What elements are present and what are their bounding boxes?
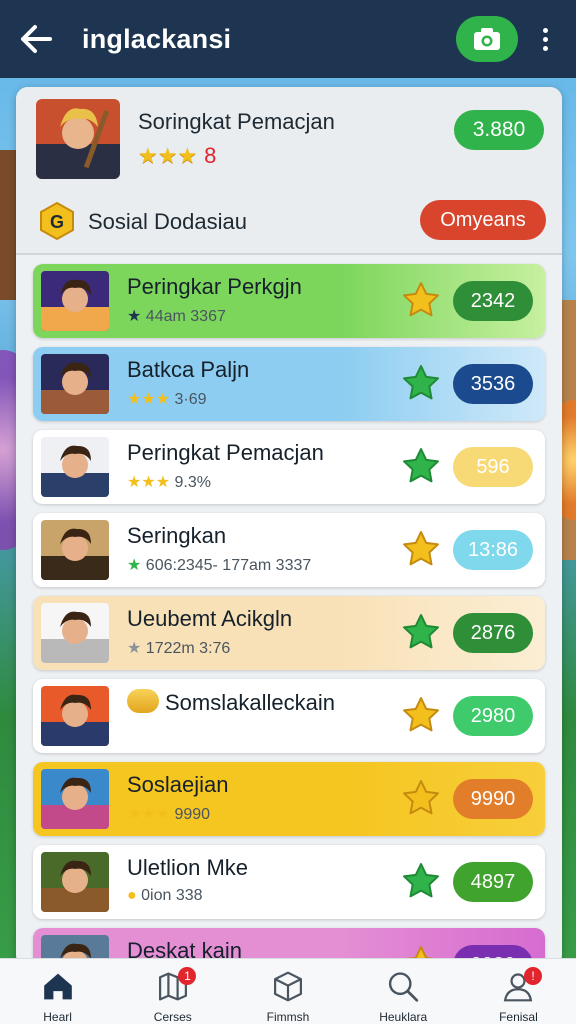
camera-icon — [474, 28, 500, 50]
list-item[interactable]: Peringkar Perkgjn ★ 44am 3367 2342 — [33, 264, 545, 338]
player-name: Soslaejian — [127, 772, 229, 797]
coin-g-icon: G — [38, 201, 76, 241]
rating-stars: ★★★ — [138, 143, 198, 168]
more-vertical-icon[interactable] — [532, 19, 558, 59]
coin-stack-icon — [127, 689, 159, 713]
leaderboard-panel: Soringkat Pemacjan ★★★ 8 3.880 G Sosial … — [16, 87, 562, 967]
page-title: inglackansi — [82, 23, 232, 54]
player-stat-text: 0ion 338 — [141, 887, 203, 904]
avatar — [36, 99, 120, 179]
mini-rating-icon: ★★★ — [127, 806, 171, 823]
list-item[interactable]: Peringkat Pemacjan ★★★ 9.3% 596 — [33, 430, 545, 504]
nav-item-home[interactable]: Hearl — [0, 959, 115, 1024]
score-badge: 4897 — [453, 862, 533, 902]
player-avatar — [41, 852, 109, 912]
player-stat-text: 9990 — [174, 806, 211, 823]
player-name: Seringkan — [127, 523, 227, 548]
star-icon[interactable] — [401, 529, 441, 569]
star-icon[interactable] — [401, 778, 441, 818]
list-item[interactable]: Ueubemt Acikgln ★ 1722m 3:76 2876 — [33, 596, 545, 670]
list-item[interactable]: Batkca Paljn ★★★ 3·69 3536 — [33, 347, 545, 421]
nav-label: Heuklara — [379, 1010, 428, 1024]
notification-badge: 1 — [178, 967, 197, 985]
player-stat-text: 9.3% — [174, 474, 211, 491]
star-icon[interactable] — [401, 363, 441, 403]
player-avatar — [41, 271, 109, 331]
player-stat-text: 606:2345- 177am 3337 — [145, 557, 312, 574]
star-icon[interactable] — [401, 695, 441, 735]
player-name: Batkca Paljn — [127, 357, 250, 382]
player-name: Peringkar Perkgjn — [127, 274, 302, 299]
svg-text:G: G — [50, 212, 64, 232]
social-action-button[interactable]: Omyeans — [420, 200, 546, 240]
player-stats: ★ 606:2345- 177am 3337 — [127, 555, 311, 575]
nav-label: Cerses — [153, 1010, 192, 1024]
score-badge: 2342 — [453, 281, 533, 321]
player-avatar — [41, 686, 109, 746]
nav-item-profile[interactable]: Fenisal ! — [461, 959, 576, 1024]
nav-item-cube[interactable]: Fimmsh — [230, 959, 345, 1024]
player-avatar — [41, 520, 109, 580]
nav-label: Hearl — [43, 1010, 72, 1024]
player-name: Ueubemt Acikgln — [127, 606, 293, 631]
player-stats: ★ 1722m 3:76 — [127, 638, 230, 658]
mini-rating-icon: ● — [127, 887, 137, 904]
list-item[interactable]: Soslaejian ★★★ 9990 9990 — [33, 762, 545, 836]
score-badge: 13:86 — [453, 530, 533, 570]
star-icon[interactable] — [401, 280, 441, 320]
player-stats: ● 0ion 338 — [127, 887, 203, 905]
nav-label: Fimmsh — [266, 1010, 310, 1024]
app-bar: inglackansi — [0, 0, 576, 78]
player-name: Somslakalleckain — [127, 689, 335, 716]
list-item[interactable]: Somslakalleckain 2980 — [33, 679, 545, 753]
score-badge: 3536 — [453, 364, 533, 404]
search-icon — [389, 972, 419, 1002]
profile-name: Soringkat Pemacjan — [138, 109, 335, 134]
player-stats: ★ 44am 3367 — [127, 306, 226, 326]
list-item[interactable]: Seringkan ★ 606:2345- 177am 3337 13:86 — [33, 513, 545, 587]
star-icon[interactable] — [401, 446, 441, 486]
notification-badge: ! — [524, 967, 543, 985]
cube-icon — [274, 971, 302, 1002]
home-icon — [43, 973, 72, 1000]
player-stats: ★★★ 9.3% — [127, 472, 211, 492]
nav-item-map[interactable]: Cerses 1 — [115, 959, 230, 1024]
profile-card: Soringkat Pemacjan ★★★ 8 3.880 G Sosial … — [16, 87, 562, 255]
mini-rating-icon: ★ — [127, 640, 142, 657]
player-avatar — [41, 354, 109, 414]
mini-rating-icon: ★ — [127, 557, 142, 574]
player-stats: ★★★ 3·69 — [127, 389, 207, 409]
nav-item-search[interactable]: Heuklara — [346, 959, 461, 1024]
score-badge: 9990 — [453, 779, 533, 819]
player-avatar — [41, 769, 109, 829]
player-stats: ★★★ 9990 — [127, 804, 210, 824]
nav-label: Fenisal — [499, 1010, 538, 1024]
player-stat-text: 1722m 3:76 — [145, 640, 231, 657]
social-title: Sosial Dodasiau — [88, 209, 247, 234]
profile-score-badge: 3.880 — [454, 110, 544, 150]
profile-rating: ★★★ 8 — [138, 143, 216, 169]
list-item[interactable]: Uletlion Mke ● 0ion 338 4897 — [33, 845, 545, 919]
camera-button[interactable] — [456, 16, 518, 62]
player-name: Peringkat Pemacjan — [127, 440, 324, 465]
player-avatar — [41, 437, 109, 497]
mini-rating-icon: ★ — [127, 308, 142, 325]
score-badge: 2980 — [453, 696, 533, 736]
star-icon[interactable] — [401, 861, 441, 901]
score-badge: 596 — [453, 447, 533, 487]
mini-rating-icon: ★★★ — [127, 474, 171, 491]
social-row: G Sosial Dodasiau Omyeans — [16, 199, 562, 247]
divider — [16, 253, 562, 255]
score-badge: 2876 — [453, 613, 533, 653]
arrow-left-icon[interactable] — [18, 21, 54, 57]
bottom-navigation: Hearl Cerses 1 Fimmsh Heuklara Fenisal ! — [0, 958, 576, 1024]
profile-level: 8 — [204, 143, 217, 168]
player-stat-text: 3·69 — [174, 391, 207, 408]
player-name: Uletlion Mke — [127, 855, 249, 880]
player-avatar — [41, 603, 109, 663]
mini-rating-icon: ★★★ — [127, 391, 171, 408]
star-icon[interactable] — [401, 612, 441, 652]
player-stat-text: 44am 3367 — [145, 308, 226, 325]
